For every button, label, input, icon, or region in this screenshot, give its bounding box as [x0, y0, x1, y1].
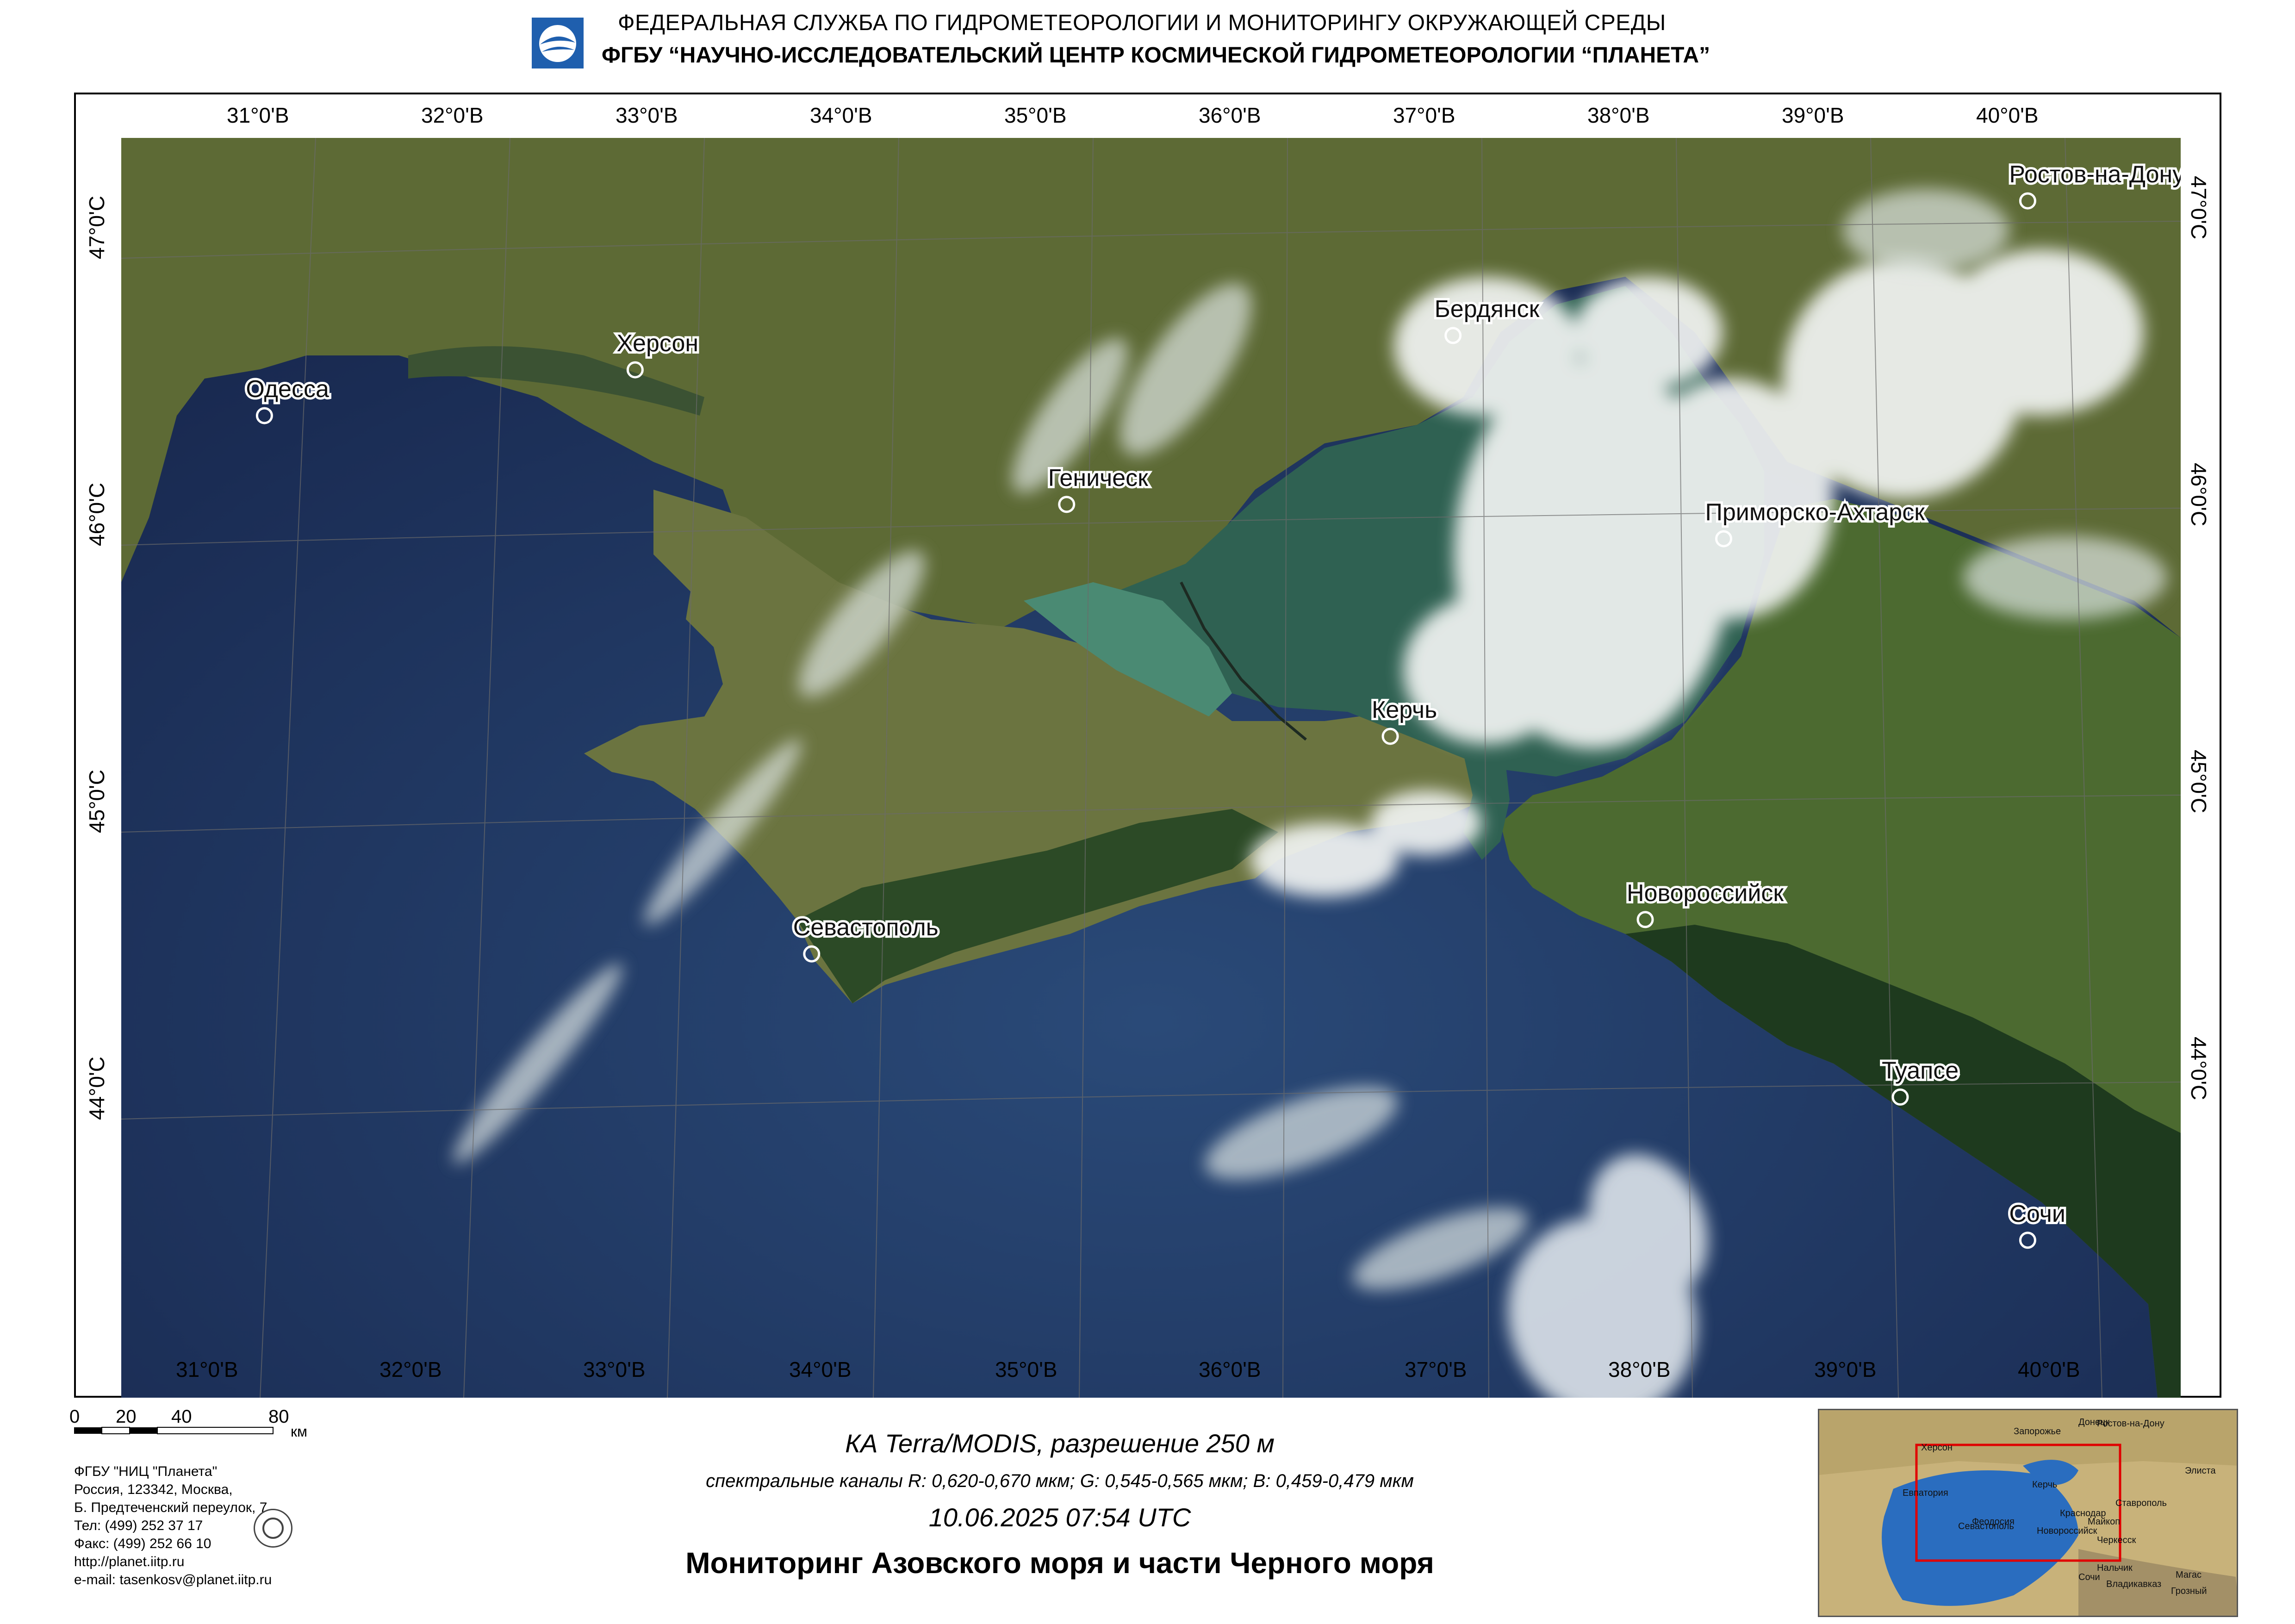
- org-fax: Факс: (499) 252 66 10: [74, 1536, 211, 1551]
- inset-city-label: Херсон: [1921, 1443, 1953, 1453]
- scale-label-20: 20: [116, 1407, 137, 1427]
- city-label: Ростов-на-Дону: [2009, 161, 2181, 188]
- lon-tick-bottom: 35°0'В: [995, 1357, 1057, 1381]
- scale-bar: 0 20 40 80 км: [69, 1406, 329, 1442]
- scale-seg-4: [157, 1427, 274, 1434]
- inset-city-label: Новороссийск: [2037, 1526, 2097, 1536]
- lat-tick-left: 45°0'С: [85, 769, 109, 833]
- inset-city-label: Феодосия: [1972, 1517, 2015, 1527]
- inset-city-label: Элиста: [2185, 1466, 2216, 1476]
- header-agency: ФЕДЕРАЛЬНАЯ СЛУЖБА ПО ГИДРОМЕТЕОРОЛОГИИ …: [618, 11, 1666, 35]
- lon-tick-top: 39°0'В: [1782, 103, 1844, 127]
- inset-city-label: Магас: [2176, 1570, 2202, 1580]
- inset-city-label: Владикавказ: [2106, 1579, 2162, 1589]
- planeta-logo: [530, 16, 585, 70]
- city-label: Сочи: [2009, 1201, 2065, 1227]
- lon-tick-bottom: 39°0'В: [1814, 1357, 1877, 1381]
- city-label: Туапсе: [1882, 1057, 1959, 1084]
- lon-tick-top: 34°0'В: [810, 103, 872, 127]
- lon-tick-top: 35°0'В: [1004, 103, 1067, 127]
- lon-tick-top: 32°0'В: [421, 103, 484, 127]
- lon-tick-bottom: 38°0'В: [1608, 1357, 1671, 1381]
- inset-city-label: Запорожье: [2014, 1426, 2061, 1437]
- scale-seg-3: [130, 1427, 157, 1434]
- scale-label-40: 40: [171, 1407, 192, 1427]
- scale-seg-1: [74, 1427, 102, 1434]
- iso-certificate-logo: [254, 1509, 292, 1548]
- lat-tick-left: 47°0'С: [85, 195, 109, 259]
- city-label: Приморско-Ахтарск: [1705, 499, 1925, 526]
- lon-tick-bottom: 31°0'В: [176, 1357, 238, 1381]
- lon-tick-top: 31°0'В: [227, 103, 289, 127]
- org-country: Россия, 123342, Москва,: [74, 1482, 233, 1497]
- inset-city-label: Керчь: [2032, 1480, 2058, 1490]
- city-label: Херсон: [616, 330, 698, 357]
- lat-tick-left: 44°0'С: [85, 1056, 109, 1120]
- lon-tick-top: 38°0'В: [1587, 103, 1650, 127]
- city-label: Геническ: [1048, 465, 1148, 492]
- org-street: Б. Предтеченский переулок, 7: [74, 1500, 267, 1515]
- inset-city-label: Ставрополь: [2115, 1498, 2167, 1508]
- lon-tick-bottom: 40°0'В: [2018, 1357, 2080, 1381]
- inset-city-label: Донецк: [2078, 1417, 2110, 1427]
- caption-title: Мониторинг Азовского моря и части Черног…: [685, 1546, 1434, 1580]
- scale-unit: км: [291, 1423, 307, 1439]
- lon-tick-top: 40°0'В: [1976, 103, 2039, 127]
- lat-tick-right: 45°0'С: [2187, 750, 2211, 814]
- city-label: Керчь: [1372, 697, 1437, 723]
- inset-city-label: Черкесск: [2097, 1535, 2136, 1545]
- lat-tick-left: 46°0'С: [85, 482, 109, 546]
- lon-tick-bottom: 32°0'В: [379, 1357, 442, 1381]
- scale-label-0: 0: [69, 1407, 80, 1427]
- org-email[interactable]: e-mail: tasenkosv@planet.iitp.ru: [74, 1571, 272, 1589]
- city-label: Одесса: [246, 376, 329, 403]
- city-label: Бердянск: [1435, 296, 1540, 323]
- satellite-map[interactable]: Ростов-на-Дону Бердянск Херсон Одесса Гениче…: [121, 138, 2181, 1398]
- scale-label-80: 80: [268, 1407, 289, 1427]
- org-phone: Тел: (499) 252 37 17: [74, 1518, 203, 1533]
- header-center: ФГБУ “НАУЧНО-ИССЛЕДОВАТЕЛЬСКИЙ ЦЕНТР КОС…: [602, 43, 1710, 68]
- lon-tick-bottom: 37°0'В: [1405, 1357, 1467, 1381]
- org-info: ФГБУ "НИЦ "Планета" Россия, 123342, Моск…: [74, 1462, 272, 1589]
- lon-tick-top: 37°0'В: [1393, 103, 1455, 127]
- inset-city-label: Грозный: [2171, 1586, 2207, 1596]
- caption-datetime: 10.06.2025 07:54 UTC: [928, 1503, 1191, 1532]
- org-name: ФГБУ "НИЦ "Планета": [74, 1464, 218, 1479]
- lon-tick-bottom: 36°0'В: [1199, 1357, 1261, 1381]
- caption-satellite: КА Terra/MODIS, разрешение 250 м: [845, 1429, 1275, 1458]
- lon-tick-bottom: 33°0'В: [583, 1357, 646, 1381]
- inset-city-label: Нальчик: [2097, 1563, 2133, 1573]
- lon-tick-top: 36°0'В: [1199, 103, 1261, 127]
- lon-tick-top: 33°0'В: [616, 103, 678, 127]
- city-label: Новороссийск: [1627, 880, 1784, 907]
- overview-inset-map[interactable]: Ростов-на-Дону Херсон Запорожье Донецк Элист…: [1818, 1409, 2238, 1617]
- lon-tick-bottom: 34°0'В: [789, 1357, 852, 1381]
- lat-tick-right: 47°0'С: [2187, 176, 2211, 240]
- org-website[interactable]: http://planet.iitp.ru: [74, 1553, 272, 1571]
- inset-city-label: Евпатория: [1903, 1488, 1948, 1498]
- scale-seg-2: [101, 1427, 130, 1434]
- lat-tick-right: 46°0'С: [2187, 463, 2211, 527]
- inset-city-label: Сочи: [2078, 1572, 2100, 1582]
- lat-tick-right: 44°0'С: [2187, 1037, 2211, 1101]
- caption-channels: спектральные каналы R: 0,620-0,670 мкм; …: [706, 1471, 1414, 1491]
- city-label: Севастополь: [793, 914, 939, 941]
